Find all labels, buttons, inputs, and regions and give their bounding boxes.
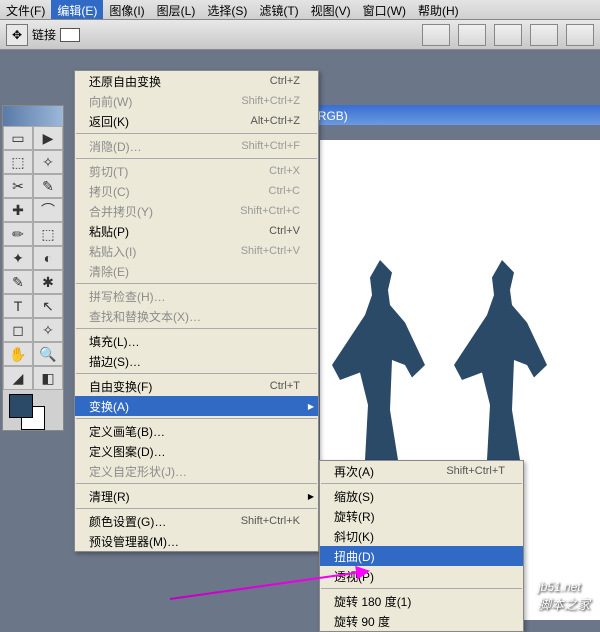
options-bar: ✥ 链接 [0,20,600,50]
mi-stroke[interactable]: 描边(S)… [75,351,318,371]
mi-free-transform[interactable]: 自由变换(F)Ctrl+T [75,376,318,396]
tool-pen[interactable]: ◻ [3,318,33,342]
menu-file[interactable]: 文件(F) [0,0,51,19]
workspace: |本, RGB) ▭ ▶ ⬚ ✧ ✂ ✎ ✚ ⌒ ✏ ⬚ ✦ ◐ ✎ ✱ T ↖… [0,50,600,621]
tool-notes[interactable]: ✋ [3,342,33,366]
mi-spell-check[interactable]: 拼写检查(H)… [75,286,318,306]
tool-crop[interactable]: ✂ [3,174,33,198]
tool-gradient[interactable]: ◐ [33,246,63,270]
mi-clear[interactable]: 清除(E) [75,261,318,281]
menubar: 文件(F) 编辑(E) 图像(I) 图层(L) 选择(S) 滤镜(T) 视图(V… [0,0,600,20]
tool-lasso[interactable]: ⬚ [3,150,33,174]
tool-shape[interactable]: ✧ [33,318,63,342]
mi-copy[interactable]: 拷贝(C)Ctrl+C [75,181,318,201]
toolbox: ▭ ▶ ⬚ ✧ ✂ ✎ ✚ ⌒ ✏ ⬚ ✦ ◐ ✎ ✱ T ↖ ◻ ✧ ✋ 🔍 … [2,105,64,431]
mi-transform[interactable]: 变换(A) [75,396,318,416]
mi-distort[interactable]: 扭曲(D) [320,546,523,566]
move-tool-icon[interactable]: ✥ [6,24,28,46]
toolbox-header[interactable] [3,106,63,126]
tool-hand[interactable]: ◢ [3,366,33,390]
mi-rotate-90[interactable]: 旋转 90 度 [320,611,523,631]
watermark-url: jb51.net [538,580,581,594]
transform-submenu: 再次(A)Shift+Ctrl+T 缩放(S) 旋转(R) 斜切(K) 扭曲(D… [319,460,524,632]
tool-brush[interactable]: ⌒ [33,198,63,222]
watermark-text: 脚本之家 [538,594,590,613]
tool-heal[interactable]: ✚ [3,198,33,222]
menu-layer[interactable]: 图层(L) [151,0,202,19]
tool-marquee[interactable]: ▭ [3,126,33,150]
mi-undo-free-transform[interactable]: 还原自由变换Ctrl+Z [75,71,318,91]
mi-step-back[interactable]: 返回(K)Alt+Ctrl+Z [75,111,318,131]
mi-paste[interactable]: 粘贴(P)Ctrl+V [75,221,318,241]
tool-dodge[interactable]: ✱ [33,270,63,294]
tool-wand[interactable]: ✧ [33,150,63,174]
foreground-color[interactable] [9,394,33,418]
edit-dropdown: 还原自由变换Ctrl+Z 向前(W)Shift+Ctrl+Z 返回(K)Alt+… [74,70,319,552]
mi-copy-merged[interactable]: 合并拷贝(Y)Shift+Ctrl+C [75,201,318,221]
link-label: 链接 [32,26,56,43]
align-btn-5[interactable] [566,24,594,46]
mi-perspective[interactable]: 透视(P) [320,566,523,586]
align-btn-4[interactable] [530,24,558,46]
menu-image[interactable]: 图像(I) [103,0,150,19]
menu-view[interactable]: 视图(V) [305,0,357,19]
mi-rotate[interactable]: 旋转(R) [320,506,523,526]
mi-preset-manager[interactable]: 预设管理器(M)… [75,531,318,551]
mi-define-pattern[interactable]: 定义图案(D)… [75,441,318,461]
mi-cut[interactable]: 剪切(T)Ctrl+X [75,161,318,181]
mi-step-forward[interactable]: 向前(W)Shift+Ctrl+Z [75,91,318,111]
mi-define-brush[interactable]: 定义画笔(B)… [75,421,318,441]
tool-history[interactable]: ⬚ [33,222,63,246]
align-btn-3[interactable] [494,24,522,46]
mi-fill[interactable]: 填充(L)… [75,331,318,351]
mi-purge[interactable]: 清理(R) [75,486,318,506]
mi-find-replace[interactable]: 查找和替换文本(X)… [75,306,318,326]
mi-fade[interactable]: 消隐(D)…Shift+Ctrl+F [75,136,318,156]
tool-zoom[interactable]: ◧ [33,366,63,390]
mi-scale[interactable]: 缩放(S) [320,486,523,506]
mi-define-shape[interactable]: 定义自定形状(J)… [75,461,318,481]
menu-select[interactable]: 选择(S) [201,0,253,19]
align-btn-2[interactable] [458,24,486,46]
tool-slice[interactable]: ✎ [33,174,63,198]
mi-rotate-180[interactable]: 旋转 180 度(1) [320,591,523,611]
tool-eraser[interactable]: ✦ [3,246,33,270]
tool-blur[interactable]: ✎ [3,270,33,294]
mi-paste-into[interactable]: 粘贴入(I)Shift+Ctrl+V [75,241,318,261]
mi-color-settings[interactable]: 颜色设置(G)…Shift+Ctrl+K [75,511,318,531]
menu-edit[interactable]: 编辑(E) [51,0,103,19]
menu-window[interactable]: 窗口(W) [357,0,412,19]
align-btn-1[interactable] [422,24,450,46]
bounding-box-sample [60,28,80,42]
menu-filter[interactable]: 滤镜(T) [253,0,304,19]
tool-stamp[interactable]: ✏ [3,222,33,246]
tool-eyedrop[interactable]: 🔍 [33,342,63,366]
document-titlebar[interactable]: |本, RGB) [290,105,600,125]
mi-skew[interactable]: 斜切(K) [320,526,523,546]
toolbox-grid: ▭ ▶ ⬚ ✧ ✂ ✎ ✚ ⌒ ✏ ⬚ ✦ ◐ ✎ ✱ T ↖ ◻ ✧ ✋ 🔍 … [3,126,63,390]
menu-help[interactable]: 帮助(H) [412,0,465,19]
tool-move[interactable]: ▶ [33,126,63,150]
color-swatches[interactable] [3,390,63,430]
watermark: jb51.net 脚本之家 [538,578,590,613]
mi-again[interactable]: 再次(A)Shift+Ctrl+T [320,461,523,481]
tool-type[interactable]: T [3,294,33,318]
tool-path[interactable]: ↖ [33,294,63,318]
